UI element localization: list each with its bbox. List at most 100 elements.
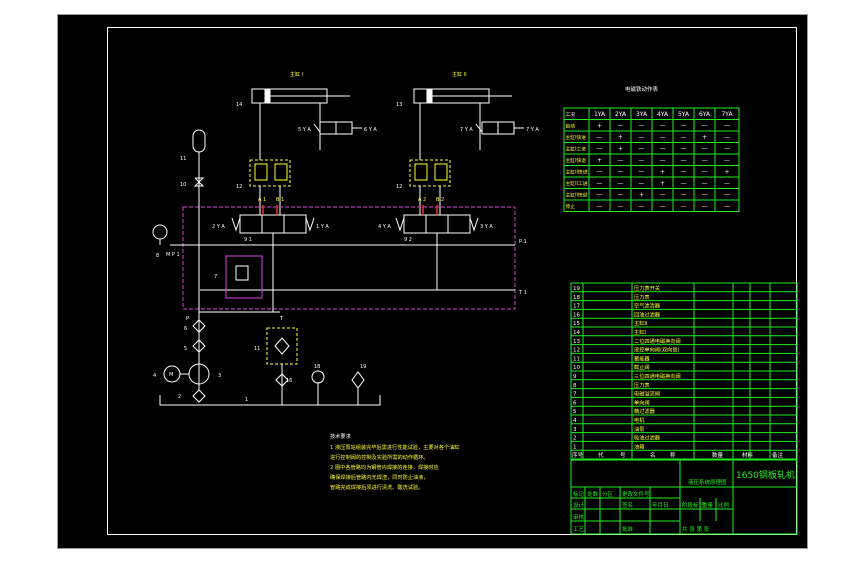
valve-3pos-2 (395, 214, 479, 234)
parts-row-no: 10 (573, 365, 580, 371)
parts-row-name: 主缸II (634, 319, 648, 327)
parts-header-cell: 序号 (572, 451, 584, 459)
action-table-header: 工况 (566, 112, 576, 118)
action-table-cell: 主缸I快退 (566, 157, 587, 164)
label-p1: P 1 (519, 239, 527, 245)
action-table-cell: — (639, 134, 645, 141)
action-table-cell: — (724, 192, 730, 199)
parts-row-no: 16 (573, 312, 580, 318)
tb-mark: 标记 (573, 490, 585, 498)
pressure-gauge-8 (152, 224, 168, 240)
parts-row-no: 5 (573, 409, 577, 415)
action-table-header: 3YA (636, 111, 648, 118)
label-s91: 9 1 (244, 237, 252, 243)
parts-row-no: 17 (573, 304, 580, 310)
action-table-cell: — (702, 146, 708, 153)
action-table-header: 7YA (721, 111, 733, 118)
action-table-cell: — (702, 203, 708, 210)
parts-row-no: 6 (573, 400, 577, 406)
action-table-cell: — (660, 134, 666, 141)
label-v7a-b: 7 Y A (526, 127, 539, 133)
action-table-cell: — (724, 157, 730, 164)
label-a1: A 1 (258, 197, 266, 203)
parts-header-cell: 代 (598, 451, 604, 459)
action-table-cell: + (597, 123, 602, 130)
cylinder-1-label: 主缸 I (290, 71, 303, 78)
action-table-cell: — (681, 123, 687, 130)
action-table-cell: + (639, 192, 644, 199)
action-table-cell: — (660, 123, 666, 130)
action-table-cell: — (660, 146, 666, 153)
parts-row-name: 回油过滤器 (634, 310, 661, 318)
parts-row-name: 空气滤清器 (634, 302, 661, 310)
action-table-header: 5YA (678, 111, 690, 118)
label-v1a: 1 Y A (316, 224, 329, 230)
label-c5: 5 (184, 346, 187, 352)
parts-row-name: 液控单向阀(双向锁) (634, 346, 680, 354)
action-table-cell: — (660, 203, 666, 210)
action-table-cell: — (702, 192, 708, 199)
action-table-cell: — (724, 203, 730, 210)
action-table-cell: 主缸I工进 (566, 146, 587, 153)
action-table-cell: — (681, 146, 687, 153)
label-p: P (186, 316, 189, 322)
parts-row-no: 15 (573, 321, 580, 327)
parts-row-name: 蓄能器 (634, 354, 650, 362)
tech-note-line-2: 进行控制阀的控制及实验所需的动作循环。 (330, 453, 429, 461)
parts-row-no: 18 (573, 295, 580, 301)
label-c4: 4 (153, 373, 156, 379)
tb-count: 处数 (587, 490, 599, 498)
parts-row-name: 压力表开关 (634, 284, 660, 292)
parts-header-cell: 材料 (742, 451, 754, 459)
action-table-cell: — (724, 134, 730, 141)
cad-screenshot: 主缸 I 主缸 II 14 13 11 10 12 12 5 Y A 6 Y A… (0, 0, 867, 562)
action-table-cell: — (639, 169, 645, 176)
tb-zone: 分区 (602, 490, 614, 498)
action-table-cell: — (618, 123, 624, 130)
parts-header-cell: 称 (670, 451, 676, 459)
action-table-cell: — (597, 146, 603, 153)
label-c16: 16 (286, 378, 292, 384)
pilot-check-valve-2 (409, 159, 451, 187)
action-table-cell: — (660, 192, 666, 199)
action-table-cell: — (681, 134, 687, 141)
action-table-cell: — (702, 169, 708, 176)
action-table: 工况 1YA 2YA 3YA 4YA 5YA 6YA 7YA 启动 + — — — — — — 主缸I快进 — + —… (563, 107, 740, 212)
parts-row-name: 压力表 (634, 381, 650, 389)
parts-row-no: 12 (573, 348, 580, 354)
parts-row-name: 油泵 (634, 425, 644, 433)
parts-row-name: 二位四通电磁换向阀 (634, 337, 681, 345)
parts-header-cell: 数量 (712, 451, 724, 459)
parts-header-cell: 备注 (772, 451, 784, 459)
parts-row-name: 主缸I (634, 328, 646, 336)
parts-row-name: 电磁溢流阀 (634, 390, 660, 398)
tb-scale: 比例 (718, 501, 730, 509)
hydraulic-circuit (152, 88, 524, 406)
parts-row-no: 9 (573, 374, 577, 380)
action-table-cell: — (639, 157, 645, 164)
parts-row-name: 单向阀 (634, 398, 650, 406)
relief-valve-box (225, 255, 263, 299)
action-table-cell: + (618, 134, 623, 141)
label-c7: 7 (214, 274, 217, 280)
valve-2pos-1 (313, 121, 362, 135)
label-v2a: 2 Y A (212, 224, 225, 230)
tech-note-line-1: 1 液压泵站组装完毕后需进行性能试验，主要对各个油缸 (330, 443, 459, 451)
valve-3pos-1 (231, 214, 315, 234)
parts-row-no: 13 (573, 339, 580, 345)
cylinder-1 (251, 88, 350, 160)
cylinder-2-label: 主缸 II (452, 71, 467, 78)
valve-2pos-2 (475, 121, 524, 135)
action-table-cell: — (681, 169, 687, 176)
action-table-cell: — (597, 203, 603, 210)
label-s92: 9 2 (404, 237, 412, 243)
accumulator (192, 129, 206, 153)
parts-row-name: 精过滤器 (634, 407, 656, 415)
action-table-cell: + (618, 146, 623, 153)
action-table-cell: — (702, 123, 708, 130)
action-table-cell: — (597, 134, 603, 141)
action-table-cell: 主缸II快退 (566, 192, 588, 199)
return-filter-box (266, 327, 298, 365)
label-c6: 6 (184, 326, 187, 332)
label-c2: 2 (178, 394, 181, 400)
